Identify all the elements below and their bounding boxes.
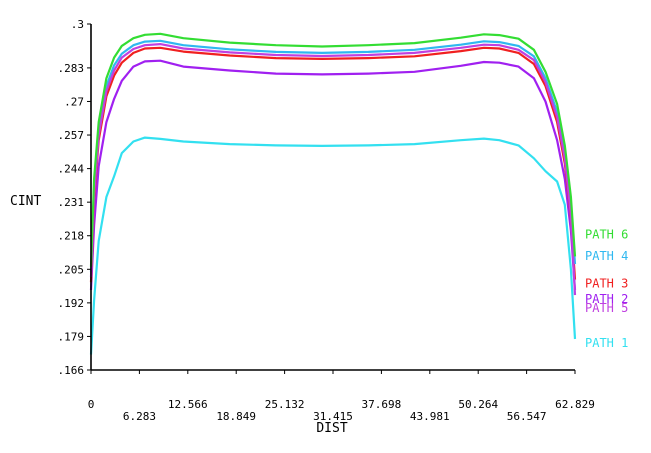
series-line-5 (89, 42, 577, 296)
y-tick-label-2: .192 (58, 297, 85, 310)
y-tick-label-10: .3 (71, 18, 84, 31)
series-line-4 (89, 39, 577, 272)
x-tick-label-4: 25.132 (265, 398, 305, 411)
y-tick-label-5: .231 (58, 196, 85, 209)
x-tick-label-6: 37.698 (362, 398, 402, 411)
x-tick-label-8: 50.264 (458, 398, 498, 411)
legend-label-5: PATH 5 (585, 301, 628, 315)
y-tick-label-7: .257 (58, 129, 85, 142)
series-line-3 (89, 46, 577, 283)
y-tick-label-3: .205 (58, 263, 85, 276)
x-tick-label-7: 43.981 (410, 410, 450, 423)
series-layer (89, 32, 577, 355)
x-axis-title: DIST (316, 421, 347, 436)
series-line-1 (89, 136, 577, 355)
y-tick-label-0: .166 (58, 364, 85, 377)
y-tick-label-1: .179 (58, 330, 85, 343)
chart-svg: .166 .179 .192 .205 .218 .231 .244 .257 .27 .283.… (10, 18, 628, 436)
legend-label-4: PATH 4 (585, 249, 628, 263)
legend-label-3: PATH 3 (585, 277, 628, 291)
x-tick-label-0: 0 (88, 398, 95, 411)
axes-layer (87, 23, 576, 374)
legend-label-6: PATH 6 (585, 227, 628, 241)
y-tick-label-4: .218 (58, 230, 85, 243)
x-tick-label-10: 62.829 (555, 398, 595, 411)
y-axis-title: CINT (10, 194, 41, 209)
y-tick-label-6: .244 (58, 163, 85, 176)
x-tick-label-2: 12.566 (168, 398, 208, 411)
x-tick-label-3: 18.849 (216, 410, 256, 423)
y-tick-label-8: .27 (64, 95, 84, 108)
x-tick-label-9: 56.547 (507, 410, 547, 423)
legend-label-1: PATH 1 (585, 336, 628, 350)
line-chart: .166 .179 .192 .205 .218 .231 .244 .257 .27 .283.… (0, 0, 651, 448)
series-line-6 (89, 32, 577, 267)
y-tick-label-9: .283 (58, 62, 85, 75)
x-tick-label-1: 6.283 (123, 410, 156, 423)
series-line-2 (89, 59, 577, 291)
